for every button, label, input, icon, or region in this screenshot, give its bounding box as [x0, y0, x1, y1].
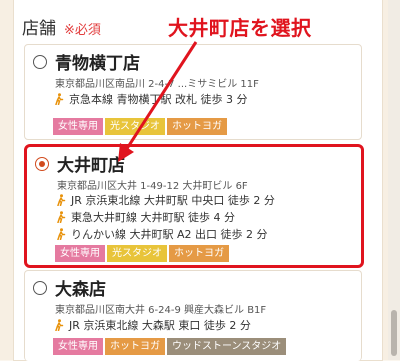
access-text: りんかい線 大井町駅 A2 出口 徒歩 2 分 — [71, 228, 268, 241]
scrollbar-thumb[interactable] — [391, 310, 397, 356]
store-name: 大井町店 — [57, 156, 125, 176]
access-line: りんかい線 大井町駅 A2 出口 徒歩 2 分 — [55, 226, 268, 242]
access-text: JR 京浜東北線 大森駅 東口 徒歩 2 分 — [69, 319, 251, 332]
radio-button-icon[interactable] — [33, 281, 47, 295]
walking-person-icon — [57, 211, 66, 223]
store-tags: 女性専用 光スタジオ ホットヨガ — [53, 118, 227, 135]
tag-women-only: 女性専用 — [53, 338, 103, 355]
store-address: 東京都品川区南大井 6-24-9 興産大森ビル B1F — [55, 305, 267, 316]
store-option-oimachi[interactable]: 大井町店 東京都品川区大井 1-49-12 大井町ビル 6F JR 京浜東北線 … — [24, 144, 364, 268]
store-option-aomono-yokocho[interactable]: 青物横丁店 東京都品川区南品川 2-4-7 ...ミサミビル 11F 京急本線 … — [24, 44, 362, 140]
tag-light-studio: 光スタジオ — [105, 118, 165, 135]
store-field-label-row: 店舗 ※必須 — [22, 14, 101, 39]
tag-hot-yoga: ホットヨガ — [105, 338, 165, 355]
store-option-omori[interactable]: 大森店 東京都品川区南大井 6-24-9 興産大森ビル B1F JR 京浜東北線… — [24, 270, 362, 361]
access-text: 京急本線 青物横丁駅 改札 徒歩 3 分 — [69, 93, 248, 106]
tag-woodstone-studio: ウッドストーンスタジオ — [167, 338, 287, 355]
walking-person-icon — [55, 319, 64, 331]
store-name: 大森店 — [55, 280, 106, 300]
store-tags: 女性専用 ホットヨガ ウッドストーンスタジオ — [53, 338, 287, 355]
access-text: JR 京浜東北線 大井町駅 中央口 徒歩 2 分 — [71, 194, 275, 207]
annotation-callout: 大井町店を選択 — [168, 16, 312, 40]
tag-women-only: 女性専用 — [53, 118, 103, 135]
store-name: 青物横丁店 — [55, 54, 140, 74]
walking-person-icon — [57, 194, 66, 206]
radio-button-icon[interactable] — [35, 157, 49, 171]
access-line: 東急大井町線 大井町駅 徒歩 4 分 — [55, 209, 235, 225]
walking-person-icon — [57, 228, 66, 240]
store-tags: 女性専用 光スタジオ ホットヨガ — [55, 245, 229, 262]
walking-person-icon — [55, 93, 64, 105]
tag-hot-yoga: ホットヨガ — [167, 118, 227, 135]
access-text: 東急大井町線 大井町駅 徒歩 4 分 — [71, 211, 235, 224]
store-address: 東京都品川区大井 1-49-12 大井町ビル 6F — [57, 181, 248, 192]
tag-hot-yoga: ホットヨガ — [169, 245, 229, 262]
access-line: JR 京浜東北線 大井町駅 中央口 徒歩 2 分 — [55, 192, 275, 208]
required-marker: ※必須 — [64, 23, 101, 38]
access-line: JR 京浜東北線 大森駅 東口 徒歩 2 分 — [53, 317, 251, 333]
access-line: 京急本線 青物横丁駅 改札 徒歩 3 分 — [53, 91, 247, 107]
radio-button-icon[interactable] — [33, 55, 47, 69]
store-address: 東京都品川区南品川 2-4-7 ...ミサミビル 11F — [55, 79, 259, 90]
tag-women-only: 女性専用 — [55, 245, 105, 262]
tag-light-studio: 光スタジオ — [107, 245, 167, 262]
store-field-label: 店舗 — [22, 19, 56, 39]
scrollbar-track[interactable] — [388, 0, 400, 360]
